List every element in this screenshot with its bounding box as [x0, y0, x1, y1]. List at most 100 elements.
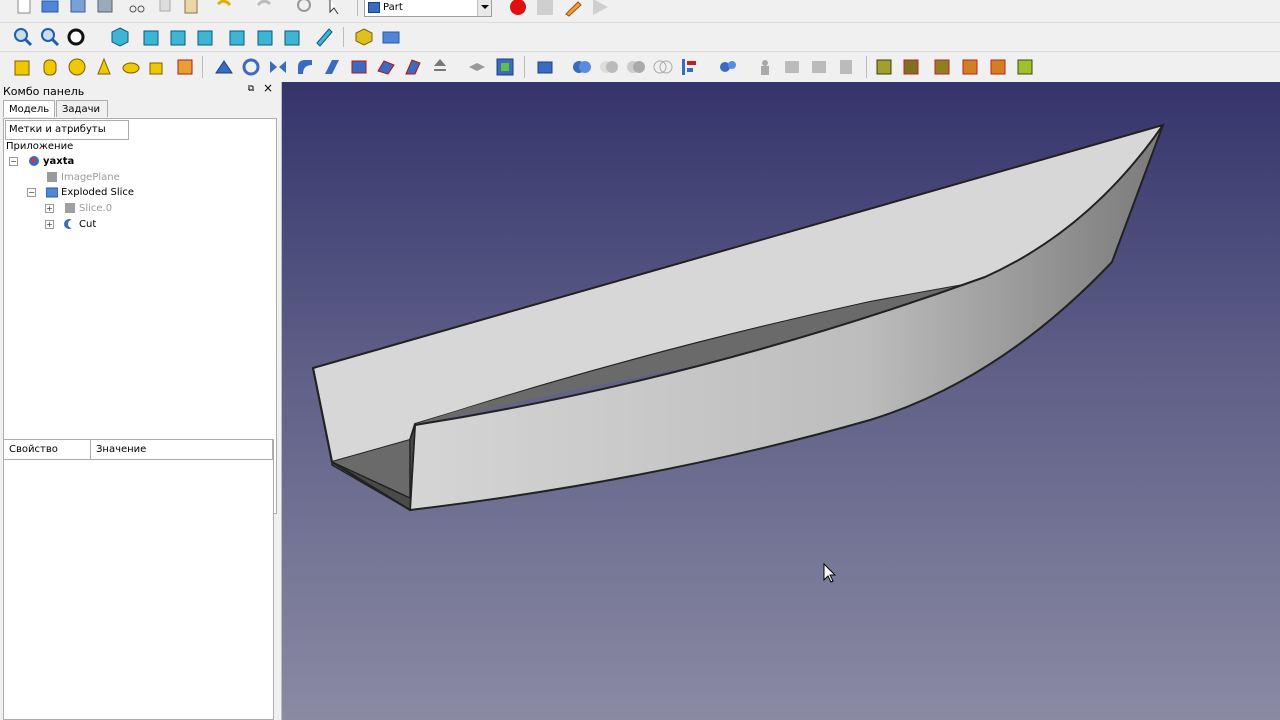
document-icon: [29, 156, 39, 166]
top-view-icon[interactable]: [169, 27, 189, 47]
defeaturing-icon[interactable]: [782, 57, 802, 77]
part-toolbar: [0, 52, 1280, 83]
tree-root: Приложение: [6, 141, 74, 152]
fit-selection-icon[interactable]: [40, 27, 60, 47]
isometric-view-icon[interactable]: [110, 27, 130, 47]
expand-icon[interactable]: +: [45, 204, 54, 213]
copy-icon[interactable]: [155, 0, 175, 16]
tree-item[interactable]: − Exploded Slice: [8, 185, 268, 200]
slice-icon: [65, 203, 75, 213]
group-icon[interactable]: [381, 27, 401, 47]
tree-item[interactable]: + Slice.0: [8, 201, 268, 216]
folder-icon: [46, 187, 58, 198]
toolbar-separator: [866, 56, 867, 78]
chevron-down-icon[interactable]: [477, 0, 491, 16]
join-icon[interactable]: [653, 57, 673, 77]
stop-macro-icon[interactable]: [535, 0, 555, 18]
draw-style-icon[interactable]: [67, 27, 87, 47]
cut-icon[interactable]: [127, 0, 147, 16]
undo-icon[interactable]: [214, 0, 234, 16]
left-view-icon[interactable]: [283, 27, 303, 47]
chamfer-icon[interactable]: [322, 57, 342, 77]
front-view-icon[interactable]: [142, 27, 162, 47]
view-rotate-icon[interactable]: [960, 57, 980, 77]
new-file-icon[interactable]: [14, 0, 34, 16]
primitives-icon[interactable]: [148, 57, 168, 77]
toolbar-separator: [202, 56, 203, 78]
view-zoom-fit-icon[interactable]: [932, 57, 952, 77]
right-view-icon[interactable]: [196, 27, 216, 47]
loft-icon[interactable]: [403, 57, 423, 77]
fit-all-icon[interactable]: [13, 27, 33, 47]
ruled-surface-icon[interactable]: [376, 57, 396, 77]
compound-icon[interactable]: [718, 57, 738, 77]
thickness-icon[interactable]: [535, 57, 555, 77]
property-view: Свойство Значение: [3, 439, 274, 720]
tree-header: Метки и атрибуты: [5, 120, 129, 140]
save-icon[interactable]: [68, 0, 88, 16]
image-plane-icon: [47, 172, 57, 182]
toolbar-separator: [524, 56, 525, 78]
boolean-icon[interactable]: [572, 57, 592, 77]
refresh-icon[interactable]: [294, 0, 314, 16]
combo-panel-title: Комбо панель: [3, 85, 85, 98]
measure-icon[interactable]: [314, 27, 334, 47]
workbench-label: Part: [383, 2, 403, 13]
offset-icon[interactable]: [495, 57, 515, 77]
mirror-icon[interactable]: [268, 57, 288, 77]
tree-item[interactable]: − yaxta: [8, 154, 268, 169]
run-macro-icon[interactable]: [590, 0, 610, 18]
collapse-icon[interactable]: −: [27, 188, 36, 197]
cut-feature-icon: [64, 219, 76, 229]
3d-viewport[interactable]: [282, 82, 1280, 720]
whats-this-icon[interactable]: [326, 0, 346, 16]
collapse-icon[interactable]: −: [9, 157, 18, 166]
view-rotate-fit-icon[interactable]: [988, 57, 1008, 77]
edit-macro-icon[interactable]: [563, 0, 583, 18]
paste-icon[interactable]: [181, 0, 201, 16]
boat-hull-model: [311, 123, 1165, 583]
open-icon[interactable]: [40, 0, 60, 16]
tab-model[interactable]: Модель: [3, 100, 55, 117]
toolbar-separator: [357, 0, 358, 16]
cross-sections-icon[interactable]: [809, 57, 829, 77]
part-icon[interactable]: [354, 27, 374, 47]
value-column-header[interactable]: Значение: [91, 440, 273, 460]
cube-icon[interactable]: [13, 57, 33, 77]
expand-icon[interactable]: +: [45, 220, 54, 229]
bottom-view-icon[interactable]: [256, 27, 276, 47]
torus-icon[interactable]: [121, 57, 141, 77]
redo-icon[interactable]: [254, 0, 274, 16]
mouse-cursor-icon: [823, 562, 837, 583]
tree-item[interactable]: ImagePlane: [8, 170, 268, 185]
sphere-icon[interactable]: [67, 57, 87, 77]
tree-item[interactable]: + Cut: [8, 217, 268, 232]
view-box-icon[interactable]: [901, 57, 921, 77]
shape-builder-icon[interactable]: [175, 57, 195, 77]
part-workbench-icon: [368, 2, 380, 13]
check-geometry-icon[interactable]: [755, 57, 775, 77]
fillet-icon[interactable]: [295, 57, 315, 77]
sweep-icon[interactable]: [430, 57, 450, 77]
fuse-icon[interactable]: [599, 57, 619, 77]
revolve-icon[interactable]: [241, 57, 261, 77]
float-panel-icon[interactable]: ⧉: [246, 84, 256, 94]
make-face-icon[interactable]: [349, 57, 369, 77]
cylinder-icon[interactable]: [40, 57, 60, 77]
split-icon[interactable]: [680, 57, 700, 77]
tab-tasks[interactable]: Задачи: [56, 100, 108, 117]
cone-icon[interactable]: [94, 57, 114, 77]
common-icon[interactable]: [626, 57, 646, 77]
view-zoom-icon[interactable]: [874, 57, 894, 77]
loft-section-icon[interactable]: [836, 57, 856, 77]
property-column-header[interactable]: Свойство: [4, 440, 91, 460]
save-as-icon[interactable]: [95, 0, 115, 16]
view-select-icon[interactable]: [1015, 57, 1035, 77]
extrude-icon[interactable]: [214, 57, 234, 77]
workbench-selector[interactable]: Part: [364, 0, 492, 17]
toolbar-separator: [343, 27, 344, 47]
record-macro-icon[interactable]: [508, 0, 528, 18]
close-icon[interactable]: ×: [263, 82, 273, 94]
section-icon[interactable]: [467, 57, 487, 77]
rear-view-icon[interactable]: [228, 27, 248, 47]
